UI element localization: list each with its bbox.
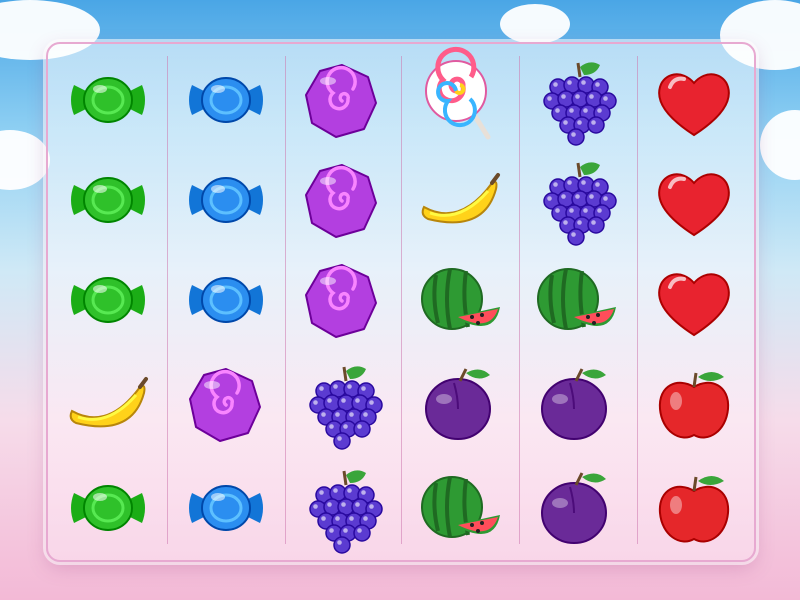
grid-cell[interactable] [176,52,276,148]
grid-cell[interactable] [410,356,510,452]
green-candy-icon [71,277,145,323]
column-divider [401,56,402,544]
grapes-icon [543,162,617,246]
game-background [0,0,800,600]
grapes-icon [309,366,383,450]
column-divider [519,56,520,544]
apple-icon [658,476,730,543]
grid-cell[interactable] [292,460,392,556]
blue-candy-icon [189,77,263,123]
banana-icon [69,377,148,428]
grid-cell[interactable] [58,460,158,556]
green-candy-icon [71,177,145,223]
cloud [760,110,800,180]
plum-icon [425,368,491,440]
column-divider [637,56,638,544]
purple-swirl-icon [305,164,377,238]
watermelon-icon [421,476,500,538]
grid-cell[interactable] [410,252,510,348]
watermelon-icon [537,268,616,330]
grid-cell[interactable] [410,460,510,556]
grid-cell[interactable] [176,152,276,248]
green-candy-icon [71,77,145,123]
grid-cell[interactable] [292,52,392,148]
grid-cell[interactable] [644,356,744,452]
blue-candy-icon [189,277,263,323]
grid-cell[interactable] [526,52,626,148]
grid-cell[interactable] [644,460,744,556]
apple-icon [658,372,730,439]
plum-icon [541,472,607,544]
grid-cell[interactable] [410,152,510,248]
grapes-icon [309,470,383,554]
grid-cell[interactable] [176,460,276,556]
lollipop-icon [425,46,491,140]
grid-cell[interactable] [644,52,744,148]
grid-cell[interactable] [526,152,626,248]
plum-icon [541,368,607,440]
heart-icon [658,73,730,137]
column-divider [167,56,168,544]
grid-cell[interactable] [526,460,626,556]
column-divider [285,56,286,544]
grid-cell[interactable] [176,252,276,348]
purple-swirl-icon [305,264,377,338]
grid-cell[interactable] [644,252,744,348]
grid-cell[interactable] [58,152,158,248]
heart-icon [658,273,730,337]
purple-swirl-icon [305,64,377,138]
grid-cell[interactable] [526,252,626,348]
grid-cell[interactable] [526,356,626,452]
grid-cell[interactable] [58,356,158,452]
grid-cell[interactable] [644,152,744,248]
blue-candy-icon [189,177,263,223]
grid-cell[interactable] [58,52,158,148]
cloud [0,130,50,190]
grid-cell[interactable] [176,356,276,452]
grid-cell[interactable] [292,356,392,452]
grid-cell[interactable] [292,152,392,248]
grid-cell[interactable] [58,252,158,348]
cloud [500,4,570,44]
watermelon-icon [421,268,500,330]
blue-candy-icon [189,485,263,531]
green-candy-icon [71,485,145,531]
grid-cell[interactable] [292,252,392,348]
grapes-icon [543,62,617,146]
purple-swirl-icon [189,368,261,442]
grid-cell[interactable] [410,46,510,148]
heart-icon [658,173,730,237]
banana-icon [421,173,500,224]
